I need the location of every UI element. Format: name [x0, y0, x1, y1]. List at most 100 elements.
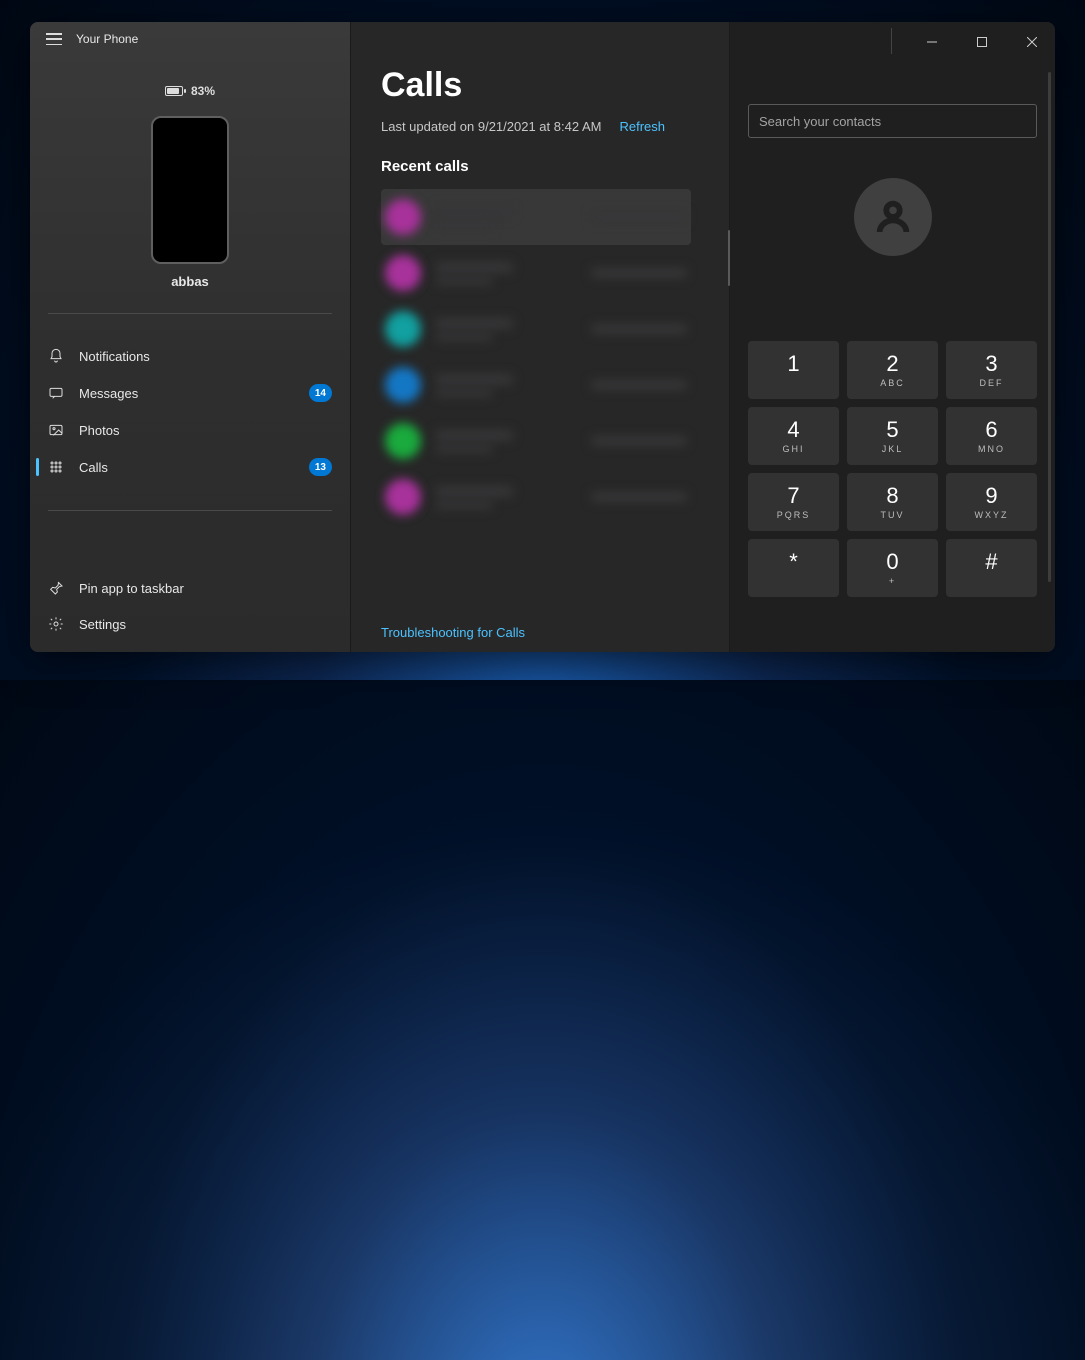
dialkey-5[interactable]: 5 JKL — [847, 407, 938, 465]
dialkey-number: 6 — [985, 419, 997, 441]
person-icon — [873, 197, 913, 237]
dialkey-number: 2 — [886, 353, 898, 375]
dialkey-number: 9 — [985, 485, 997, 507]
dialkey-letters: JKL — [882, 444, 904, 454]
sidebar: Your Phone 83% abbas Notifications Messa… — [30, 22, 350, 652]
hamburger-icon[interactable] — [46, 33, 62, 45]
battery-status: 83% — [30, 84, 350, 98]
battery-icon — [165, 86, 183, 96]
call-timestamp — [591, 380, 687, 390]
recent-call-row[interactable] — [381, 301, 691, 357]
section-recent-heading: Recent calls — [381, 158, 699, 175]
titlebar-divider — [891, 28, 892, 54]
nav-bottom: Pin app to taskbar Settings — [30, 570, 350, 652]
pin-icon — [48, 580, 64, 596]
troubleshoot-link[interactable]: Troubleshooting for Calls — [381, 625, 525, 640]
page-title: Calls — [381, 66, 699, 105]
app-title: Your Phone — [76, 32, 138, 46]
dialkey-6[interactable]: 6MNO — [946, 407, 1037, 465]
nav-label: Notifications — [79, 349, 150, 364]
nav-pin[interactable]: Pin app to taskbar — [36, 570, 344, 606]
dialkey-number: 8 — [886, 485, 898, 507]
image-icon — [48, 422, 64, 438]
call-timestamp — [591, 492, 687, 502]
dialkey-letters: TUV — [881, 510, 905, 520]
nav-notifications[interactable]: Notifications — [36, 338, 344, 374]
battery-percent: 83% — [191, 84, 215, 98]
call-timestamp — [591, 212, 687, 222]
dialkey-#[interactable]: # — [946, 539, 1037, 597]
contact-avatar — [385, 479, 421, 515]
call-timestamp — [591, 268, 687, 278]
nav-calls[interactable]: Calls 13 — [36, 448, 344, 486]
contact-avatar — [385, 423, 421, 459]
nav-label: Calls — [79, 460, 108, 475]
dialkey-4[interactable]: 4 GHI — [748, 407, 839, 465]
dialkey-letters: DEF — [980, 378, 1004, 388]
call-text — [435, 318, 577, 341]
dialkey-9[interactable]: 9 WXYZ — [946, 473, 1037, 531]
dialkey-number: # — [985, 551, 997, 573]
main-panel: Calls Last updated on 9/21/2021 at 8:42 … — [350, 22, 730, 652]
nav-label: Settings — [79, 617, 126, 632]
call-text — [435, 206, 577, 229]
dialkey-number: 4 — [787, 419, 799, 441]
dialkey-letters: + — [889, 576, 896, 586]
contact-avatar — [385, 367, 421, 403]
dialpad: 1 2 ABC 3DEF 4 GHI 5 JKL 6MNO 7 PQRS 8 TUV 9 WXYZ *0+ # — [748, 341, 1037, 597]
call-timestamp — [591, 436, 687, 446]
dialpad-icon — [48, 459, 64, 475]
dialer-panel: 1 2 ABC 3DEF 4 GHI 5 JKL 6MNO 7 PQRS 8 TUV 9 WXYZ *0+ # — [730, 22, 1055, 652]
app-window: Your Phone 83% abbas Notifications Messa… — [30, 22, 1055, 652]
phone-preview[interactable] — [151, 116, 229, 264]
dialkey-7[interactable]: 7 PQRS — [748, 473, 839, 531]
divider — [48, 510, 332, 511]
dialkey-letters: PQRS — [777, 510, 811, 520]
dialkey-letters: WXYZ — [975, 510, 1009, 520]
maximize-button[interactable] — [959, 22, 1005, 62]
recent-call-row[interactable] — [381, 245, 691, 301]
contact-avatar — [385, 311, 421, 347]
recent-call-row[interactable] — [381, 469, 691, 525]
dialkey-*[interactable]: * — [748, 539, 839, 597]
bell-icon — [48, 348, 64, 364]
recent-call-row[interactable] — [381, 413, 691, 469]
device-name: abbas — [30, 274, 350, 289]
nav-label: Photos — [79, 423, 119, 438]
badge-messages: 14 — [309, 384, 332, 402]
scrollbar[interactable] — [1048, 72, 1051, 582]
nav-photos[interactable]: Photos — [36, 412, 344, 448]
call-text — [435, 374, 577, 397]
dialkey-number: 7 — [787, 485, 799, 507]
recent-calls-list — [381, 189, 699, 525]
last-updated: Last updated on 9/21/2021 at 8:42 AM — [381, 119, 601, 134]
search-input[interactable] — [759, 114, 1026, 129]
dialkey-2[interactable]: 2 ABC — [847, 341, 938, 399]
dialkey-3[interactable]: 3DEF — [946, 341, 1037, 399]
badge-calls: 13 — [309, 458, 332, 476]
call-timestamp — [591, 324, 687, 334]
dialkey-letters: ABC — [880, 378, 905, 388]
minimize-button[interactable] — [909, 22, 955, 62]
dialkey-8[interactable]: 8 TUV — [847, 473, 938, 531]
window-controls — [730, 22, 1055, 62]
dialkey-number: 5 — [886, 419, 898, 441]
nav-settings[interactable]: Settings — [36, 606, 344, 642]
refresh-link[interactable]: Refresh — [619, 119, 665, 134]
dialkey-1[interactable]: 1 — [748, 341, 839, 399]
nav-label: Messages — [79, 386, 138, 401]
dialkey-0[interactable]: 0+ — [847, 539, 938, 597]
contact-avatar — [385, 199, 421, 235]
dialkey-letters: GHI — [782, 444, 804, 454]
recent-call-row[interactable] — [381, 357, 691, 413]
nav-label: Pin app to taskbar — [79, 581, 184, 596]
call-text — [435, 486, 577, 509]
gear-icon — [48, 616, 64, 632]
titlebar-left: Your Phone — [30, 22, 350, 52]
nav: Notifications Messages 14 Photos Calls — [30, 338, 350, 486]
close-button[interactable] — [1009, 22, 1055, 62]
recent-call-row[interactable] — [381, 189, 691, 245]
nav-messages[interactable]: Messages 14 — [36, 374, 344, 412]
divider — [48, 313, 332, 314]
search-contacts[interactable] — [748, 104, 1037, 138]
